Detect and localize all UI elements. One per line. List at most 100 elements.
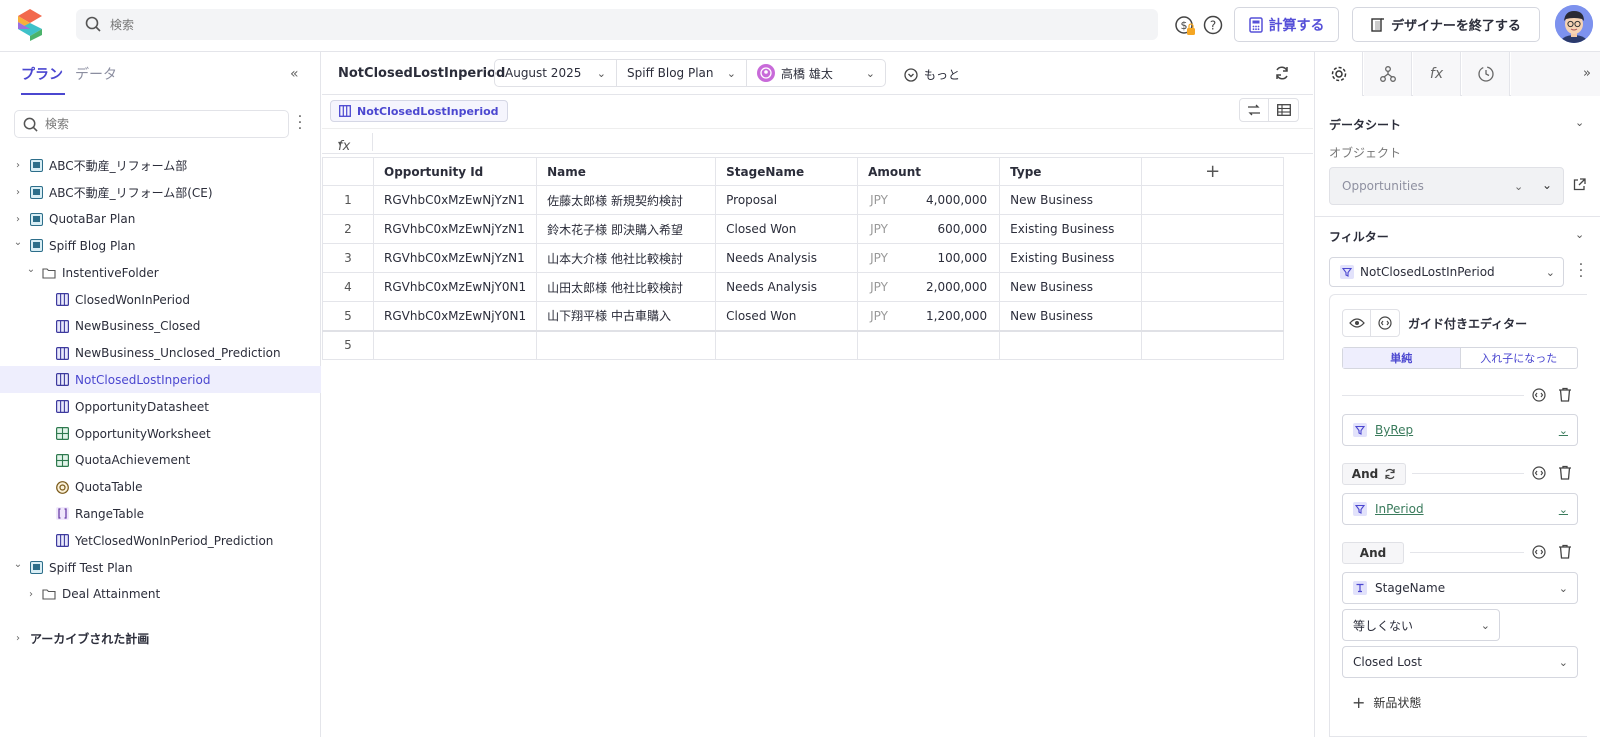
add-condition-button[interactable]: + 新品状態 — [1352, 693, 1421, 712]
condition-field-select[interactable]: StageName ⌄ — [1342, 572, 1578, 604]
cell-name[interactable]: 山田太郎様 他社比較検討 — [536, 272, 717, 302]
column-header[interactable]: Name — [536, 157, 717, 186]
row-number[interactable]: 1 — [322, 185, 374, 215]
column-header[interactable]: StageName — [715, 157, 859, 186]
settings-tab[interactable] — [1315, 52, 1363, 96]
cell-empty[interactable] — [1141, 214, 1285, 244]
tree-item[interactable]: › QuotaBar Plan — [0, 206, 321, 233]
table-row[interactable]: 2 RGVhbC0xMzEwNjYzN1 鈴木花子様 即決購入希望 Closed Wo… — [322, 214, 1285, 244]
chevron-down-icon[interactable]: ⌄ — [12, 237, 24, 248]
mode-simple[interactable]: 単純 — [1343, 348, 1461, 368]
formula-bar[interactable]: ▾ fx — [322, 128, 1313, 154]
and-operator-button[interactable]: And — [1342, 463, 1406, 485]
tree-item[interactable]: QuotaTable — [0, 474, 321, 501]
filter-select[interactable]: NotClosedLostInPeriod ⌄ — [1329, 257, 1564, 287]
tree-menu-kebab-icon[interactable]: · · · — [296, 110, 304, 136]
exit-designer-button[interactable]: デザイナーを終了する — [1352, 7, 1540, 42]
cell-empty[interactable] — [1141, 301, 1285, 331]
trash-icon[interactable] — [1558, 544, 1572, 559]
cell-empty[interactable] — [1141, 272, 1285, 302]
archived-plans[interactable]: › アーカイブされた計画 — [0, 625, 321, 652]
column-header[interactable]: Opportunity Id — [372, 157, 538, 186]
tab-plan[interactable]: プラン — [21, 64, 63, 84]
table-row[interactable]: 4 RGVhbC0xMzEwNjY0N1 山田太郎様 他社比較検討 Needs Ana… — [322, 272, 1285, 302]
cell-stage[interactable]: Needs Analysis — [715, 243, 859, 273]
tree-item[interactable]: YetClosedWonInPeriod_Prediction — [0, 527, 321, 554]
cell-opportunity-id[interactable]: RGVhbC0xMzEwNjYzN1 — [372, 243, 538, 273]
row-number[interactable]: 2 — [322, 214, 374, 244]
tab-data[interactable]: データ — [75, 64, 117, 84]
transform-icon[interactable] — [1240, 99, 1270, 121]
more-button[interactable]: もっと — [904, 66, 960, 83]
trash-icon[interactable] — [1558, 387, 1572, 402]
cell-type[interactable]: New Business — [999, 185, 1143, 215]
code-icon[interactable] — [1532, 545, 1546, 559]
cell-opportunity-id[interactable]: RGVhbC0xMzEwNjYzN1 — [372, 214, 538, 244]
cell-opportunity-id[interactable]: RGVhbC0xMzEwNjY0N1 — [372, 301, 538, 331]
cell-type[interactable]: New Business — [999, 301, 1143, 331]
row-number[interactable]: 3 — [322, 243, 374, 273]
eye-icon[interactable] — [1343, 310, 1372, 336]
filter-menu-kebab-icon[interactable]: · · · — [1577, 258, 1585, 284]
cell-type[interactable]: Existing Business — [999, 214, 1143, 244]
condition-byrep-select[interactable]: ByRep ⌄ — [1342, 414, 1578, 446]
user-select[interactable]: 高橋 雄太 ⌄ — [747, 60, 885, 86]
help-icon[interactable]: ? — [1203, 15, 1225, 37]
cell-stage[interactable]: Proposal — [715, 185, 859, 215]
condition-operator-select[interactable]: 等しくない ⌄ — [1342, 609, 1500, 641]
history-tab[interactable] — [1462, 52, 1510, 96]
cell-name[interactable]: 鈴木花子様 即決購入希望 — [536, 214, 717, 244]
calculate-button[interactable]: 計算する — [1234, 7, 1339, 42]
tree-item[interactable]: › ABC不動産_リフォーム部(CE) — [0, 179, 321, 206]
cell-stage[interactable]: Closed Won — [715, 214, 859, 244]
global-search-input[interactable] — [110, 9, 1110, 40]
chevron-down-icon[interactable]: ⌄ — [12, 559, 24, 570]
condition-value-select[interactable]: Closed Lost ⌄ — [1342, 646, 1578, 678]
tree-item[interactable]: NotClosedLostInperiod — [0, 366, 321, 394]
dollar-lock-icon[interactable]: $ — [1174, 15, 1196, 37]
tree-search-input[interactable] — [45, 111, 275, 137]
app-logo[interactable] — [16, 8, 44, 42]
add-column-icon[interactable]: + — [1141, 157, 1285, 186]
plan-select[interactable]: Spiff Blog Plan ⌄ — [617, 60, 747, 86]
row-number[interactable]: 5 — [322, 301, 374, 331]
tree-item[interactable]: ClosedWonInPeriod — [0, 286, 321, 313]
column-header[interactable]: Amount — [857, 157, 1001, 186]
column-header[interactable]: Type — [999, 157, 1143, 186]
row-number[interactable]: 4 — [322, 272, 374, 302]
tree-item[interactable]: NewBusiness_Unclosed_Prediction — [0, 340, 321, 367]
chevron-down-icon[interactable]: ⌄ — [1575, 116, 1584, 129]
refresh-icon[interactable] — [1274, 65, 1290, 81]
tree-item[interactable]: QuotaAchievement — [0, 447, 321, 474]
cell-name[interactable]: 山本大介様 他社比較検討 — [536, 243, 717, 273]
cell-name[interactable]: 山下翔平様 中古車購入 — [536, 301, 717, 331]
chevron-right-icon[interactable]: › — [12, 214, 24, 225]
cell-amount[interactable]: JPY 4,000,000 — [857, 185, 1001, 215]
code-icon[interactable] — [1371, 310, 1399, 336]
tree-item[interactable]: ⌄ Spiff Blog Plan — [0, 232, 321, 259]
chevron-down-icon[interactable]: ⌄ — [1575, 228, 1584, 241]
table-row[interactable]: 3 RGVhbC0xMzEwNjYzN1 山本大介様 他社比較検討 Needs Ana… — [322, 243, 1285, 273]
cell-amount[interactable]: JPY 100,000 — [857, 243, 1001, 273]
external-link-icon[interactable] — [1573, 178, 1586, 191]
tree-item[interactable]: OpportunityWorksheet — [0, 420, 321, 447]
chevron-right-icon[interactable]: › — [25, 589, 37, 600]
hierarchy-tab[interactable] — [1364, 52, 1412, 96]
tree-item[interactable]: RangeTable — [0, 500, 321, 527]
object-select[interactable]: Opportunities ⌄ ⌄ — [1329, 167, 1564, 205]
and-operator-button[interactable]: And — [1342, 542, 1404, 564]
period-select[interactable]: August 2025 ⌄ — [495, 60, 617, 86]
tree-item[interactable]: › ABC不動産_リフォーム部 — [0, 152, 321, 179]
table-row[interactable]: 1 RGVhbC0xMzEwNjYzN1 佐藤太郎様 新規契約検討 Proposal J… — [322, 185, 1285, 215]
condition-inperiod-select[interactable]: InPeriod ⌄ — [1342, 493, 1578, 525]
cell-amount[interactable]: JPY 600,000 — [857, 214, 1001, 244]
cell-stage[interactable]: Needs Analysis — [715, 272, 859, 302]
cell-opportunity-id[interactable]: RGVhbC0xMzEwNjY0N1 — [372, 272, 538, 302]
cell-opportunity-id[interactable]: RGVhbC0xMzEwNjYzN1 — [372, 185, 538, 215]
tree-item[interactable]: ⌄ InstentiveFolder — [0, 259, 321, 286]
trash-icon[interactable] — [1558, 465, 1572, 480]
tree-item[interactable]: NewBusiness_Closed — [0, 313, 321, 340]
cell-stage[interactable]: Closed Won — [715, 301, 859, 331]
mode-nested[interactable]: 入れ子になった — [1461, 348, 1578, 368]
cell-amount[interactable]: JPY 2,000,000 — [857, 272, 1001, 302]
